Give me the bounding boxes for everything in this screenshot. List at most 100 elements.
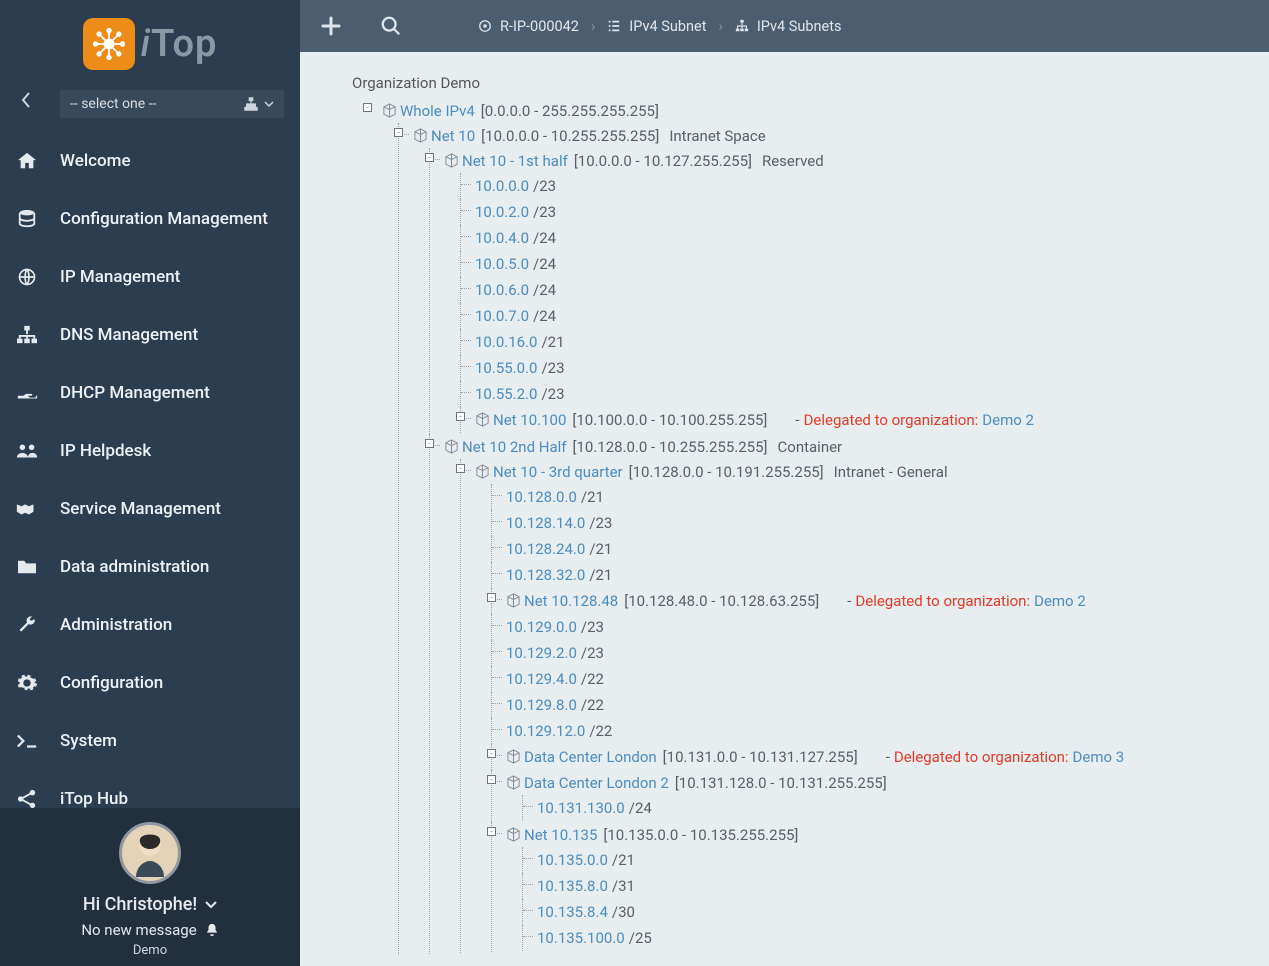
block-link[interactable]: Net 10 2nd Half (462, 438, 566, 456)
nav-item-system[interactable]: System (0, 726, 300, 756)
subnet-link[interactable]: 10.129.8.0 (506, 696, 577, 714)
users-icon (14, 440, 40, 462)
wrench-icon (14, 614, 40, 636)
subnet-link[interactable]: 10.128.24.0 (506, 540, 585, 558)
tree-toggle[interactable]: - (456, 464, 465, 473)
block-link[interactable]: Data Center London (524, 748, 657, 766)
folder-icon (14, 556, 40, 578)
tree-toggle[interactable]: - (363, 103, 372, 112)
subnet-link[interactable]: 10.128.14.0 (506, 514, 585, 532)
block-link[interactable]: Net 10 - 1st half (462, 152, 568, 170)
tree-leaf-subnet: 10.0.2.0/23 (460, 199, 1269, 225)
subnet-link[interactable]: 10.0.16.0 (475, 333, 537, 351)
subnet-link[interactable]: 10.0.2.0 (475, 203, 529, 221)
block-link[interactable]: Whole IPv4 (400, 102, 475, 120)
tree-node-net10-135: - Net 10.135[10.135.0.0 - 10.135.255.255… (491, 822, 1269, 952)
org-select-placeholder: -- select one -- (70, 96, 156, 112)
crumb-ipv4-subnets[interactable]: IPv4 Subnets (735, 18, 842, 35)
nav-item-welcome[interactable]: Welcome (0, 146, 300, 176)
block-link[interactable]: Data Center London 2 (524, 774, 669, 792)
tree-leaf-subnet: 10.55.2.0/23 (460, 381, 1269, 407)
search-button[interactable] (378, 13, 404, 39)
terminal-icon (14, 730, 40, 752)
tree-toggle[interactable]: - (456, 412, 465, 421)
tree-toggle[interactable]: - (425, 439, 434, 448)
block-icon (444, 153, 459, 168)
tree-leaf-subnet: 10.135.8.0/31 (522, 873, 1269, 899)
user-message[interactable]: No new message (81, 921, 218, 939)
org-link[interactable]: Demo 2 (982, 411, 1034, 429)
chevron-down-icon (264, 99, 274, 109)
subnet-link[interactable]: 10.0.4.0 (475, 229, 529, 247)
subnet-link[interactable]: 10.55.0.0 (475, 359, 537, 377)
tree-toggle[interactable]: - (394, 128, 403, 137)
sitemap-icon (244, 97, 258, 111)
avatar[interactable] (119, 822, 181, 884)
crumb-ipv4-subnet[interactable]: IPv4 Subnet (607, 18, 706, 35)
subnet-link[interactable]: 10.129.2.0 (506, 644, 577, 662)
tree-leaf-subnet: 10.128.32.0/21 (491, 562, 1269, 588)
subnet-link[interactable]: 10.0.6.0 (475, 281, 529, 299)
org-select[interactable]: -- select one -- (60, 90, 284, 118)
nav-item-data-admin[interactable]: Data administration (0, 552, 300, 582)
tree-leaf-subnet: 10.135.0.0/21 (522, 847, 1269, 873)
subnet-link[interactable]: 10.0.7.0 (475, 307, 529, 325)
subnet-link[interactable]: 10.135.100.0 (537, 929, 625, 947)
tree-node-net10-128-48: - Net 10.128.48[10.128.48.0 - 10.128.63.… (491, 588, 1269, 614)
subnet-link[interactable]: 10.128.32.0 (506, 566, 585, 584)
tree-toggle[interactable]: - (487, 775, 496, 784)
tree-leaf-subnet: 10.129.12.0/22 (491, 718, 1269, 744)
block-link[interactable]: Net 10.128.48 (524, 592, 618, 610)
nav-label: IP Helpdesk (60, 441, 151, 461)
nav-item-administration[interactable]: Administration (0, 610, 300, 640)
collapse-sidebar-button[interactable] (14, 88, 38, 112)
tree-toggle[interactable]: - (487, 827, 496, 836)
nav-label: System (60, 731, 117, 751)
block-link[interactable]: Net 10.135 (524, 826, 597, 844)
nav-item-ip-helpdesk[interactable]: IP Helpdesk (0, 436, 300, 466)
tree-toggle[interactable]: - (425, 153, 434, 162)
nav-item-dns-mgmt[interactable]: DNS Management (0, 320, 300, 350)
create-button[interactable] (318, 13, 344, 39)
subnet-link[interactable]: 10.129.4.0 (506, 670, 577, 688)
subnet-link[interactable]: 10.0.0.0 (475, 177, 529, 195)
block-link[interactable]: Net 10 (431, 127, 475, 145)
tree-toggle[interactable]: - (487, 593, 496, 602)
hand-holding-icon (14, 382, 40, 404)
subnet-link[interactable]: 10.55.2.0 (475, 385, 537, 403)
subnet-link[interactable]: 10.135.8.4 (537, 903, 608, 921)
tree-toggle[interactable]: - (487, 749, 496, 758)
ip-tree: - Whole IPv4[0.0.0.0 - 255.255.255.255] … (352, 98, 1269, 956)
share-icon (14, 788, 40, 810)
subnet-link[interactable]: 10.129.0.0 (506, 618, 577, 636)
subnet-link[interactable]: 10.0.5.0 (475, 255, 529, 273)
nav-item-dhcp-mgmt[interactable]: DHCP Management (0, 378, 300, 408)
home-icon (14, 150, 40, 172)
user-greeting[interactable]: Hi Christophe! (83, 894, 217, 915)
chevron-right-icon: › (718, 18, 722, 35)
subnet-link[interactable]: 10.131.130.0 (537, 799, 625, 817)
chevron-right-icon: › (591, 18, 595, 35)
nav-item-service-mgmt[interactable]: Service Management (0, 494, 300, 524)
nav-label: DNS Management (60, 325, 198, 345)
block-icon (506, 775, 521, 790)
subnet-link[interactable]: 10.135.8.0 (537, 877, 608, 895)
nav-item-configuration[interactable]: Configuration (0, 668, 300, 698)
nav-label: Configuration (60, 673, 163, 693)
chevron-down-icon (205, 900, 217, 910)
tree-leaf-subnet: 10.0.4.0/24 (460, 225, 1269, 251)
subnet-link[interactable]: 10.128.0.0 (506, 488, 577, 506)
nav-item-ip-mgmt[interactable]: IP Management (0, 262, 300, 292)
crumb-r-ip[interactable]: R-IP-000042 (478, 18, 579, 35)
tree-leaf-subnet: 10.135.100.0/25 (522, 925, 1269, 951)
block-link[interactable]: Net 10.100 (493, 411, 566, 429)
subnet-link[interactable]: 10.129.12.0 (506, 722, 585, 740)
block-link[interactable]: Net 10 - 3rd quarter (493, 463, 623, 481)
org-link[interactable]: Demo 3 (1073, 748, 1125, 766)
nav-label: DHCP Management (60, 383, 210, 403)
subnet-link[interactable]: 10.135.0.0 (537, 851, 608, 869)
nav-item-config-mgmt[interactable]: Configuration Management (0, 204, 300, 234)
org-link[interactable]: Demo 2 (1034, 592, 1086, 610)
globe-icon (14, 266, 40, 288)
sitemap-icon (735, 19, 749, 33)
